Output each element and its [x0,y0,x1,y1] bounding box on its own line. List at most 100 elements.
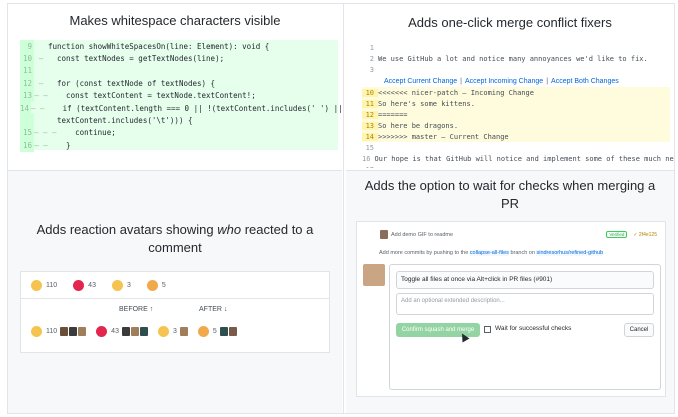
whitespace-marker: — [38,54,44,64]
commit-sha[interactable]: ✓ 2f4e125 [633,232,657,238]
code-text: const textNodes = getTextNodes(line); [48,54,225,64]
diff-line: 15— — — continue; [20,126,338,140]
feature-whitespace: Makes whitespace characters visible 9 fun… [8,4,342,168]
merge-form: Toggle all files at once via Alt+click i… [389,264,661,390]
diff-line: 10 — const textNodes = getTextNodes(line)… [20,52,338,65]
conflict-fixers: Accept Current Change | Accept Incoming … [362,75,670,87]
repo-link[interactable]: sindresorhus/refined-github [536,250,604,256]
reaction-count: 110 [46,328,58,335]
line-text: So here's some kittens. [378,99,475,108]
feature-grid: Makes whitespace characters visible 9 fun… [0,0,678,417]
line-number: 14 [20,101,32,115]
reactions-after-row: 110 43 3 5 [31,326,247,337]
editor-line: 15 [362,142,670,153]
line-number: 11 [362,99,378,108]
editor-line: 14 >>>>>>> master — Current Change [362,131,670,142]
tada-icon[interactable] [197,326,209,337]
line-text: Our hope is that GitHub will notice and … [374,154,674,163]
text: Add more commits by pushing to the [379,250,470,256]
reaction-count: 5 [161,282,166,289]
pr-merge-panel: Add demo GIF to readme Verified ✓ 2f4e12… [356,221,666,397]
line-number: 12 [20,77,34,90]
line-number: 13 [362,121,378,130]
whitespace-marker: — — [31,103,45,113]
reactor-avatar[interactable] [228,327,237,336]
accept-current-link[interactable]: Accept Current Change [384,78,457,85]
reactor-avatar[interactable] [139,327,148,336]
accept-both-link[interactable]: Accept Both Changes [551,78,619,85]
diff-line: 9 function showWhiteSpacesOn(line: Elemen… [20,40,338,53]
line-number: 2 [369,54,374,63]
feature-title: Makes whitespace characters visible [69,13,281,28]
branch-name[interactable]: collapse-all-files [469,250,509,256]
wait-checks-label[interactable]: Wait for successful checks [495,325,571,332]
reaction-count: 3 [126,282,131,289]
code-text: for (const textNode of textNodes) { [48,78,216,88]
line-number: 13 [20,89,34,102]
commit-description-input[interactable]: Add an optional extended description... [396,293,654,315]
wait-checks-checkbox[interactable] [484,326,491,333]
line-number: 3 [369,65,374,74]
code-diff: 9 function showWhiteSpacesOn(line: Elemen… [20,40,342,152]
text: branch on [508,250,537,256]
tada-icon[interactable] [146,280,158,291]
whitespace-marker: — [38,78,44,88]
line-number: 17 [362,166,378,169]
reactor-avatar[interactable] [69,327,78,336]
diff-line: 14— — if (textContent.length === 0 || !(… [20,101,342,115]
commit-message[interactable]: Add demo GIF to readme [391,232,453,238]
line-number: 15 [365,143,374,152]
editor-line: 10 <<<<<<< nicer-patch — Incoming Change [362,87,670,98]
user-avatar [363,264,385,286]
editor-line: 3 [362,64,670,75]
reactor-avatar[interactable] [121,327,130,336]
diff-line: textContent.includes('\t'))) { [20,114,338,127]
line-number: 16 [20,139,34,152]
line-number: 10 [20,52,34,65]
line-number: 14 [362,132,378,141]
smile-icon[interactable] [111,280,123,291]
line-text: <<<<<<< nicer-patch — Incoming Change [378,88,534,97]
code-text: if (textContent.length === 0 || !(textCo… [44,103,342,113]
feature-title: Adds the option to wait for checks when … [364,178,656,211]
editor-line: 2 We use GitHub a lot and notice many ann… [362,53,670,64]
feature-merge: Adds the option to wait for checks when … [346,170,674,413]
thumbs-up-icon[interactable] [31,326,42,337]
line-number: 15 [20,126,34,140]
code-text: const textContent = textNode.textContent… [48,91,256,101]
heart-icon[interactable] [96,326,108,337]
title-emphasis: who [217,222,242,237]
editor-line: 1 [362,42,670,53]
line-number: 12 [362,110,378,119]
title-text: Adds reaction avatars showing [36,222,218,237]
heart-icon[interactable] [73,280,85,291]
smile-icon[interactable] [157,326,169,337]
reactor-avatar[interactable] [179,327,188,336]
code-text: function showWhiteSpacesOn(line: Element… [48,41,270,51]
commit-title-input[interactable]: Toggle all files at once via Alt+click i… [396,271,654,289]
whitespace-marker: — — — [34,128,57,138]
feature-reactions: Adds reaction avatars showing who reacte… [8,170,342,413]
line-number: 16 [362,154,371,163]
whitespace-marker: — — [34,91,48,101]
reactor-avatar[interactable] [60,327,69,336]
verified-badge[interactable]: Verified [606,231,628,238]
cancel-button[interactable]: Cancel [624,323,654,337]
separator: | [460,77,462,85]
code-text: } [48,140,71,150]
reaction-count: 43 [88,282,96,289]
reactor-avatar[interactable] [130,327,139,336]
diff-line: 12 — for (const textNode of textNodes) { [20,77,338,90]
line-text: So here be dragons. [378,121,459,130]
reactions-before-row: 110 43 3 5 [31,280,182,291]
divider [21,298,329,299]
editor-line: 12 ======= [362,109,670,120]
conflict-editor: 1 2 We use GitHub a lot and notice many an… [362,42,674,169]
line-number [20,114,34,127]
thumbs-up-icon[interactable] [31,280,42,291]
reactor-avatar[interactable] [78,327,87,336]
line-text: ======= [378,110,408,119]
editor-line: 13 So here be dragons. [362,120,670,131]
accept-incoming-link[interactable]: Accept Incoming Change [465,78,543,85]
reactor-avatar[interactable] [219,327,228,336]
